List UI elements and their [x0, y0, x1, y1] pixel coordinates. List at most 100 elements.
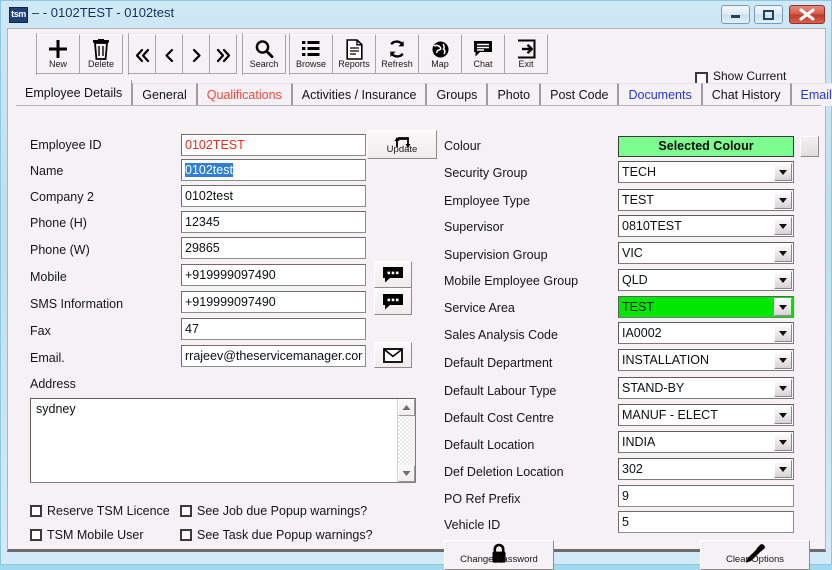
first-record-button[interactable] [129, 34, 156, 74]
address-textarea[interactable]: sydney [30, 398, 416, 483]
search-button-label: Search [250, 59, 279, 70]
envelope-icon [383, 348, 403, 363]
selected-colour-swatch[interactable]: Selected Colour [618, 136, 794, 157]
email-send-button[interactable] [374, 342, 412, 368]
chevron-down-icon[interactable] [774, 460, 792, 478]
new-button[interactable]: New [37, 34, 80, 74]
mobile-employee-group-combo[interactable]: QLD [618, 269, 794, 291]
tab-post-code[interactable]: Post Code [540, 83, 618, 106]
tab-qualifications-label: Qualifications [207, 88, 282, 102]
reserve-tsm-licence-box[interactable] [30, 505, 42, 517]
chevron-down-icon[interactable] [774, 298, 792, 316]
supervision-group-label: Supervision Group [444, 248, 548, 262]
scroll-up-button[interactable] [398, 399, 415, 416]
tsm-mobile-user-box[interactable] [30, 529, 42, 541]
last-record-button[interactable] [210, 34, 237, 74]
employee-type-combo[interactable]: TEST [618, 189, 794, 211]
maximize-button[interactable] [754, 5, 783, 24]
chevron-down-icon[interactable] [774, 406, 792, 424]
tab-activities-insurance[interactable]: Activities / Insurance [292, 83, 427, 106]
chevron-down-icon[interactable] [774, 379, 792, 397]
tab-email[interactable]: Email [791, 83, 832, 106]
see-task-due-popup-checkbox[interactable]: See Task due Popup warnings? [180, 528, 373, 542]
previous-record-icon [161, 38, 178, 73]
company2-input[interactable]: 0102test [181, 185, 366, 207]
scroll-down-button[interactable] [398, 465, 415, 482]
address-scrollbar[interactable] [397, 399, 415, 482]
update-button[interactable]: Update [367, 130, 437, 159]
mobile-sms-button[interactable] [374, 261, 412, 288]
tab-photo[interactable]: Photo [487, 83, 540, 106]
reserve-tsm-licence-checkbox[interactable]: Reserve TSM Licence [30, 504, 170, 518]
previous-record-button[interactable] [156, 34, 183, 74]
minimize-button[interactable] [721, 5, 750, 24]
service-area-combo[interactable]: TEST [618, 296, 794, 318]
po-ref-prefix-input[interactable]: 9 [618, 485, 794, 507]
chevron-down-icon[interactable] [774, 351, 792, 369]
default-department-value: INSTALLATION [622, 353, 709, 367]
tsm-mobile-user-checkbox[interactable]: TSM Mobile User [30, 528, 144, 542]
reports-button[interactable]: Reports [333, 34, 376, 74]
phone-work-input[interactable]: 29865 [181, 237, 366, 259]
default-labour-type-label: Default Labour Type [444, 384, 556, 398]
mobile-employee-group-label: Mobile Employee Group [444, 274, 578, 288]
default-department-combo[interactable]: INSTALLATION [618, 349, 794, 371]
chevron-down-icon[interactable] [774, 163, 792, 181]
last-record-icon [215, 38, 232, 73]
default-location-combo[interactable]: INDIA [618, 431, 794, 453]
default-cost-centre-combo[interactable]: MANUF - ELECT [618, 404, 794, 426]
supervisor-combo[interactable]: 0810TEST [618, 215, 794, 237]
service-area-value: TEST [622, 300, 654, 314]
toolbar-group-search: Search [242, 33, 286, 75]
supervision-group-value: VIC [622, 246, 643, 260]
chevron-down-icon[interactable] [774, 244, 792, 262]
change-password-button[interactable]: Change Password [444, 540, 554, 570]
exit-button[interactable]: Exit [505, 34, 548, 74]
chevron-down-icon[interactable] [774, 433, 792, 451]
sales-analysis-code-combo[interactable]: IA0002 [618, 322, 794, 344]
close-button[interactable] [789, 5, 825, 24]
tab-qualifications[interactable]: Qualifications [197, 83, 292, 106]
see-job-due-popup-box[interactable] [180, 505, 192, 517]
see-task-due-popup-box[interactable] [180, 529, 192, 541]
employee-id-input[interactable]: 0102TEST [181, 134, 366, 156]
tab-employee-details[interactable]: Employee Details [16, 80, 132, 106]
clear-options-button[interactable]: Clear Options [700, 540, 810, 570]
default-cost-centre-label: Default Cost Centre [444, 411, 554, 425]
colour-picker-button[interactable] [800, 136, 819, 157]
tab-general[interactable]: General [132, 83, 196, 106]
tab-groups[interactable]: Groups [426, 83, 487, 106]
tab-chat-history[interactable]: Chat History [702, 83, 791, 106]
chevron-down-icon[interactable] [774, 191, 792, 209]
security-group-combo[interactable]: TECH [618, 161, 794, 183]
search-button[interactable]: Search [243, 34, 286, 74]
def-deletion-location-combo[interactable]: 302 [618, 458, 794, 480]
fax-input[interactable]: 47 [181, 318, 366, 340]
sms-information-input[interactable]: +919999097490 [181, 291, 366, 313]
magnifier-icon [254, 38, 274, 60]
chat-button[interactable]: Chat [462, 34, 505, 74]
chevron-down-icon[interactable] [774, 271, 792, 289]
browse-button[interactable]: Browse [290, 34, 333, 74]
see-job-due-popup-checkbox[interactable]: See Job due Popup warnings? [180, 504, 367, 518]
delete-button[interactable]: Delete [80, 34, 123, 74]
chevron-down-icon[interactable] [774, 217, 792, 235]
refresh-button[interactable]: Refresh [376, 34, 419, 74]
see-job-due-popup-label: See Job due Popup warnings? [197, 504, 367, 518]
first-record-icon [134, 38, 151, 73]
phone-home-input[interactable]: 12345 [181, 211, 366, 233]
mobile-input[interactable]: +919999097490 [181, 264, 366, 286]
map-button[interactable]: Map [419, 34, 462, 74]
vehicle-id-label: Vehicle ID [444, 518, 500, 532]
email-input[interactable]: rrajeev@theservicemanager.cor [181, 345, 366, 367]
default-labour-type-value: STAND-BY [622, 381, 684, 395]
default-labour-type-combo[interactable]: STAND-BY [618, 377, 794, 399]
next-record-button[interactable] [183, 34, 210, 74]
tab-documents[interactable]: Documents [618, 83, 701, 106]
chevron-down-icon[interactable] [774, 324, 792, 342]
sms-information-button[interactable] [374, 288, 412, 315]
vehicle-id-input[interactable]: 5 [618, 511, 794, 533]
next-record-icon [188, 38, 205, 73]
supervision-group-combo[interactable]: VIC [618, 242, 794, 264]
name-input[interactable]: 0102test [181, 159, 366, 181]
